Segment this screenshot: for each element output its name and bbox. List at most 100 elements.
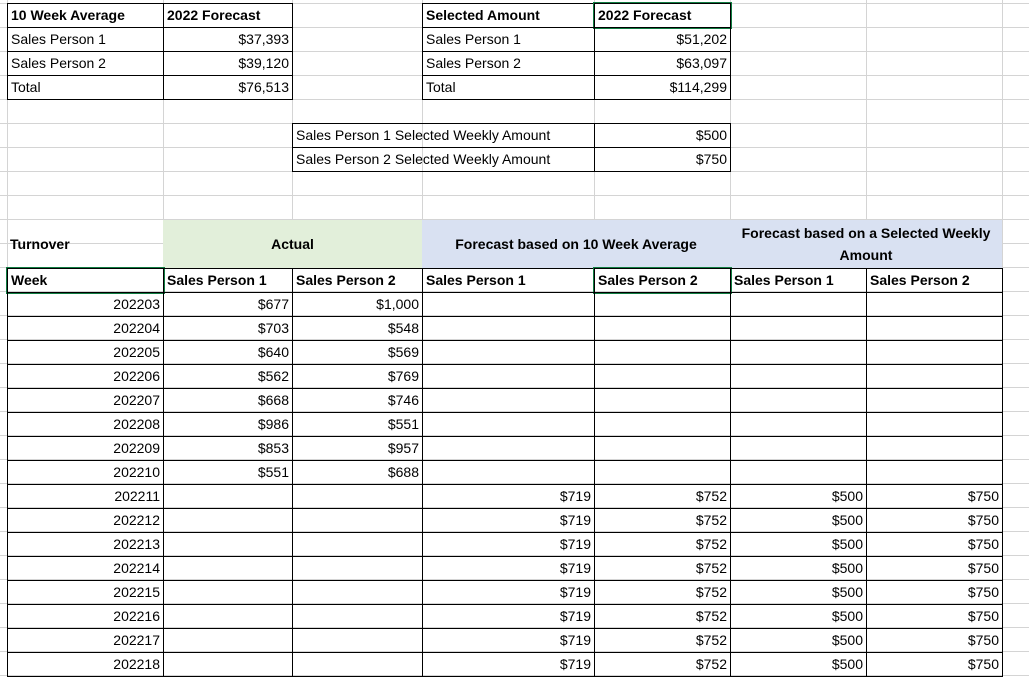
cell-week[interactable]: 202203 [7,292,164,317]
col-header-sel-sp1[interactable]: Sales Person 1 [730,268,867,293]
cell-actual-sp1[interactable] [163,652,293,677]
cell-avg-sp1[interactable]: $719 [422,484,595,509]
cell-avg-sp2[interactable] [594,436,731,461]
cell-avg-sp2[interactable]: $752 [594,556,731,581]
cell-avg-sp1[interactable] [422,460,595,485]
cell-sel-sp1[interactable] [730,388,867,413]
cell-sel-sp2[interactable] [866,460,1003,485]
cell-sel-sp1[interactable] [730,412,867,437]
summary-sel-row-label[interactable]: Total [422,75,595,100]
cell-actual-sp1[interactable]: $703 [163,316,293,341]
cell-week[interactable]: 202215 [7,580,164,605]
cell-week[interactable]: 202216 [7,604,164,629]
cell-avg-sp1[interactable] [422,388,595,413]
summary-avg-row-label[interactable]: Sales Person 1 [7,27,164,52]
cell-sel-sp1[interactable]: $500 [730,556,867,581]
cell-actual-sp2[interactable] [292,580,423,605]
col-header-week[interactable]: Week [6,267,165,294]
summary-sel-row-label[interactable]: Sales Person 1 [422,27,595,52]
cell-avg-sp1[interactable] [422,292,595,317]
summary-sel-header-forecast[interactable]: 2022 Forecast [593,2,732,29]
col-header-actual-sp1[interactable]: Sales Person 1 [163,268,293,293]
cell-actual-sp1[interactable] [163,604,293,629]
summary-avg-row-value[interactable]: $39,120 [163,51,293,76]
cell-sel-sp1[interactable]: $500 [730,532,867,557]
cell-sel-sp1[interactable]: $500 [730,484,867,509]
cell-actual-sp2[interactable]: $548 [292,316,423,341]
cell-actual-sp1[interactable]: $668 [163,388,293,413]
cell-actual-sp2[interactable] [292,484,423,509]
cell-sel-sp2[interactable]: $750 [866,628,1003,653]
cell-actual-sp1[interactable]: $853 [163,436,293,461]
cell-actual-sp1[interactable] [163,484,293,509]
cell-sel-sp1[interactable]: $500 [730,508,867,533]
cell-avg-sp1[interactable]: $719 [422,580,595,605]
col-header-avg-sp1[interactable]: Sales Person 1 [422,268,595,293]
cell-actual-sp1[interactable]: $677 [163,292,293,317]
cell-actual-sp2[interactable]: $688 [292,460,423,485]
cell-actual-sp1[interactable] [163,532,293,557]
cell-sel-sp2[interactable]: $750 [866,532,1003,557]
cell-actual-sp1[interactable]: $640 [163,340,293,365]
cell-sel-sp1[interactable] [730,436,867,461]
cell-actual-sp1[interactable] [163,556,293,581]
cell-actual-sp1[interactable]: $562 [163,364,293,389]
cell-actual-sp2[interactable] [292,556,423,581]
cell-actual-sp2[interactable] [292,532,423,557]
cell-week[interactable]: 202214 [7,556,164,581]
cell-sel-sp1[interactable]: $500 [730,628,867,653]
cell-week[interactable]: 202208 [7,412,164,437]
summary-sel-row-label[interactable]: Sales Person 2 [422,51,595,76]
cell-avg-sp1[interactable] [422,316,595,341]
weekly-input-label[interactable]: Sales Person 2 Selected Weekly Amount [292,147,595,172]
cell-avg-sp2[interactable]: $752 [594,580,731,605]
cell-avg-sp2[interactable] [594,340,731,365]
group-header-actual[interactable]: Actual [163,220,422,268]
col-header-actual-sp2[interactable]: Sales Person 2 [292,268,423,293]
cell-avg-sp2[interactable] [594,412,731,437]
cell-actual-sp1[interactable]: $551 [163,460,293,485]
cell-avg-sp2[interactable] [594,388,731,413]
cell-actual-sp1[interactable] [163,580,293,605]
cell-week[interactable]: 202212 [7,508,164,533]
cell-avg-sp1[interactable]: $719 [422,556,595,581]
turnover-label[interactable]: Turnover [7,220,163,268]
cell-actual-sp2[interactable]: $551 [292,412,423,437]
cell-actual-sp2[interactable]: $769 [292,364,423,389]
cell-actual-sp1[interactable] [163,628,293,653]
cell-sel-sp1[interactable]: $500 [730,580,867,605]
cell-avg-sp1[interactable]: $719 [422,508,595,533]
cell-sel-sp2[interactable] [866,364,1003,389]
cell-sel-sp2[interactable] [866,340,1003,365]
cell-sel-sp2[interactable] [866,388,1003,413]
cell-sel-sp2[interactable] [866,316,1003,341]
weekly-input-value[interactable]: $750 [594,147,731,172]
cell-avg-sp1[interactable] [422,412,595,437]
cell-sel-sp2[interactable] [866,412,1003,437]
col-header-avg-sp2[interactable]: Sales Person 2 [593,267,732,294]
cell-week[interactable]: 202211 [7,484,164,509]
summary-avg-row-label[interactable]: Sales Person 2 [7,51,164,76]
group-header-selected-weekly-amount[interactable]: Forecast based on a Selected Weekly Amou… [730,220,1002,268]
cell-avg-sp2[interactable]: $752 [594,532,731,557]
cell-avg-sp2[interactable]: $752 [594,484,731,509]
col-header-sel-sp2[interactable]: Sales Person 2 [866,268,1003,293]
cell-actual-sp2[interactable] [292,628,423,653]
summary-avg-header-label[interactable]: 10 Week Average [7,3,164,28]
cell-week[interactable]: 202205 [7,340,164,365]
cell-avg-sp2[interactable] [594,316,731,341]
cell-avg-sp2[interactable]: $752 [594,508,731,533]
cell-avg-sp2[interactable]: $752 [594,652,731,677]
cell-sel-sp1[interactable]: $500 [730,652,867,677]
cell-week[interactable]: 202213 [7,532,164,557]
cell-week[interactable]: 202217 [7,628,164,653]
summary-avg-row-value[interactable]: $76,513 [163,75,293,100]
summary-avg-row-label[interactable]: Total [7,75,164,100]
cell-week[interactable]: 202209 [7,436,164,461]
cell-sel-sp1[interactable]: $500 [730,604,867,629]
cell-avg-sp1[interactable] [422,436,595,461]
cell-actual-sp1[interactable] [163,508,293,533]
cell-sel-sp1[interactable] [730,340,867,365]
cell-avg-sp2[interactable]: $752 [594,604,731,629]
cell-actual-sp2[interactable] [292,652,423,677]
